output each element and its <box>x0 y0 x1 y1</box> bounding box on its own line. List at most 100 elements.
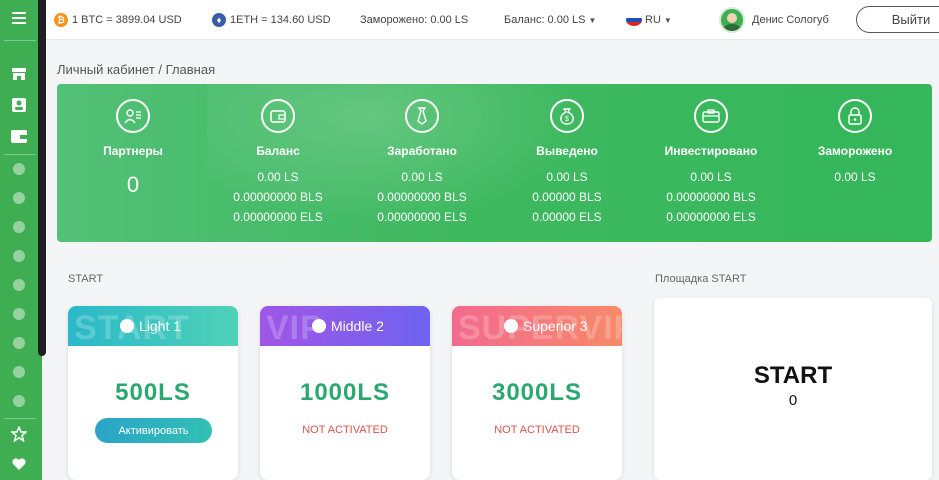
stat-bls: 0.00000000 BLS <box>377 190 467 204</box>
stat-bls: 0.00000000 BLS <box>666 190 756 204</box>
sidebar-item-6[interactable] <box>0 300 38 328</box>
plan-name: Light 1 <box>139 318 182 334</box>
toggle-icon <box>312 319 326 333</box>
dot-icon <box>13 192 25 204</box>
btc-rate: ₿ 1 BTC = 3899.04 USD <box>54 0 182 40</box>
stat-frozen: Заморожено 0.00 LS <box>780 84 930 242</box>
stat-ls: 0.00 LS <box>257 170 299 184</box>
stat-title: Инвестировано <box>664 144 758 158</box>
stat-balance: Баланс 0.00 LS 0.00000000 BLS 0.00000000… <box>203 84 353 242</box>
stat-title: Баланс <box>256 144 300 158</box>
plan-card-superior: SUPERVIP Superior 3 3000LS NOT ACTIVATED <box>452 306 622 480</box>
profile-icon[interactable] <box>0 91 38 119</box>
section-label: START <box>68 273 104 285</box>
star-icon[interactable] <box>0 420 38 448</box>
avatar <box>719 7 745 33</box>
partners-icon <box>116 99 150 133</box>
stat-ls: 0.00 LS <box>834 170 876 184</box>
wallet-icon <box>261 99 295 133</box>
stat-ls: 0.00 LS <box>401 170 443 184</box>
frozen-total: Заморожено: 0.00 LS <box>360 0 468 40</box>
shop-icon[interactable] <box>0 60 38 88</box>
sidebar-item-7[interactable] <box>0 329 38 357</box>
plan-price: 500LS <box>115 379 191 406</box>
stat-title: Выведено <box>536 144 598 158</box>
handshake-icon[interactable] <box>0 450 38 478</box>
dot-icon <box>13 395 25 407</box>
frozen-total-text: Заморожено: 0.00 LS <box>360 14 469 26</box>
menu-icon[interactable] <box>0 4 38 32</box>
dot-icon <box>13 279 25 291</box>
balance-dropdown[interactable]: Баланс: 0.00 LS ▼ <box>504 0 596 40</box>
stat-withdrawn: $ Выведено 0.00 LS 0.00000 BLS 0.00000 E… <box>492 84 642 242</box>
svg-text:$: $ <box>565 116 569 123</box>
stat-earned: Заработано 0.00 LS 0.00000000 BLS 0.0000… <box>347 84 497 242</box>
plan-header: START Light 1 <box>68 306 238 346</box>
toggle-icon <box>504 319 518 333</box>
stat-value: 0 <box>126 172 140 197</box>
top-bar: ₿ 1 BTC = 3899.04 USD ♦ 1ETH = 134.60 US… <box>46 0 939 40</box>
plan-name: Superior 3 <box>523 318 588 334</box>
russia-flag-icon <box>626 14 642 26</box>
dot-icon <box>13 221 25 233</box>
stats-banner: Партнеры 0 Баланс 0.00 LS 0.00000000 BLS… <box>57 84 932 242</box>
sidebar-item-3[interactable] <box>0 213 38 241</box>
balance-text: Баланс: 0.00 LS <box>504 14 586 26</box>
stat-title: Заработано <box>387 144 457 158</box>
stat-els: 0.00000000 ELS <box>666 210 756 224</box>
stat-title: Заморожено <box>817 144 893 158</box>
user-profile[interactable]: Денис Сологуб <box>719 0 829 40</box>
plan-card-light: START Light 1 500LS Активировать <box>68 306 238 480</box>
toggle-icon <box>120 319 134 333</box>
plan-name: Middle 2 <box>331 318 384 334</box>
dot-icon <box>13 163 25 175</box>
sidebar <box>0 0 46 480</box>
plan-price: 3000LS <box>491 379 583 406</box>
sidebar-item-8[interactable] <box>0 358 38 386</box>
stat-title: Партнеры <box>103 144 163 158</box>
stat-bls: 0.00000 BLS <box>532 190 602 204</box>
chevron-down-icon: ▼ <box>588 15 597 25</box>
sidebar-scrollbar[interactable] <box>38 0 46 356</box>
plan-header: VIP Middle 2 <box>260 306 430 346</box>
stat-els: 0.00000000 ELS <box>233 210 323 224</box>
plan-card-middle: VIP Middle 2 1000LS NOT ACTIVATED <box>260 306 430 480</box>
user-name: Денис Сологуб <box>752 14 829 26</box>
stat-ls: 0.00 LS <box>690 170 732 184</box>
stat-invested: Инвестировано 0.00 LS 0.00000000 BLS 0.0… <box>636 84 786 242</box>
stat-els: 0.00000 ELS <box>532 210 602 224</box>
eth-rate-text: 1ETH = 134.60 USD <box>230 14 331 26</box>
activate-button[interactable]: Активировать <box>95 418 212 443</box>
bitcoin-icon: ₿ <box>54 13 68 27</box>
stat-partners: Партнеры 0 <box>58 84 208 242</box>
language-label: RU <box>645 14 661 26</box>
sidebar-divider <box>4 418 36 419</box>
dot-icon <box>13 308 25 320</box>
btc-rate-text: 1 BTC = 3899.04 USD <box>72 14 182 26</box>
plan-status: NOT ACTIVATED <box>302 424 388 436</box>
stat-els: 0.00000000 ELS <box>377 210 467 224</box>
sidebar-item-1[interactable] <box>0 155 38 183</box>
platform-card: START 0 <box>654 298 932 480</box>
plan-price: 1000LS <box>299 379 391 406</box>
logout-button[interactable]: Выйти <box>856 6 939 33</box>
language-selector[interactable]: RU ▼ <box>626 0 672 40</box>
stat-ls: 0.00 LS <box>546 170 588 184</box>
plan-status: NOT ACTIVATED <box>494 424 580 436</box>
money-bag-icon: $ <box>550 99 584 133</box>
dot-icon <box>13 366 25 378</box>
dot-icon <box>13 337 25 349</box>
platform-value: 0 <box>788 392 798 409</box>
plan-header: SUPERVIP Superior 3 <box>452 306 622 346</box>
sidebar-divider <box>4 40 36 41</box>
tie-icon <box>405 99 439 133</box>
sidebar-item-2[interactable] <box>0 184 38 212</box>
breadcrumb: Личный кабинет / Главная <box>57 62 216 77</box>
sidebar-item-4[interactable] <box>0 242 38 270</box>
dot-icon <box>13 250 25 262</box>
stat-bls: 0.00000000 BLS <box>233 190 323 204</box>
sidebar-item-5[interactable] <box>0 271 38 299</box>
lock-icon <box>838 99 872 133</box>
wallet-icon[interactable] <box>0 122 38 150</box>
sidebar-item-9[interactable] <box>0 387 38 415</box>
